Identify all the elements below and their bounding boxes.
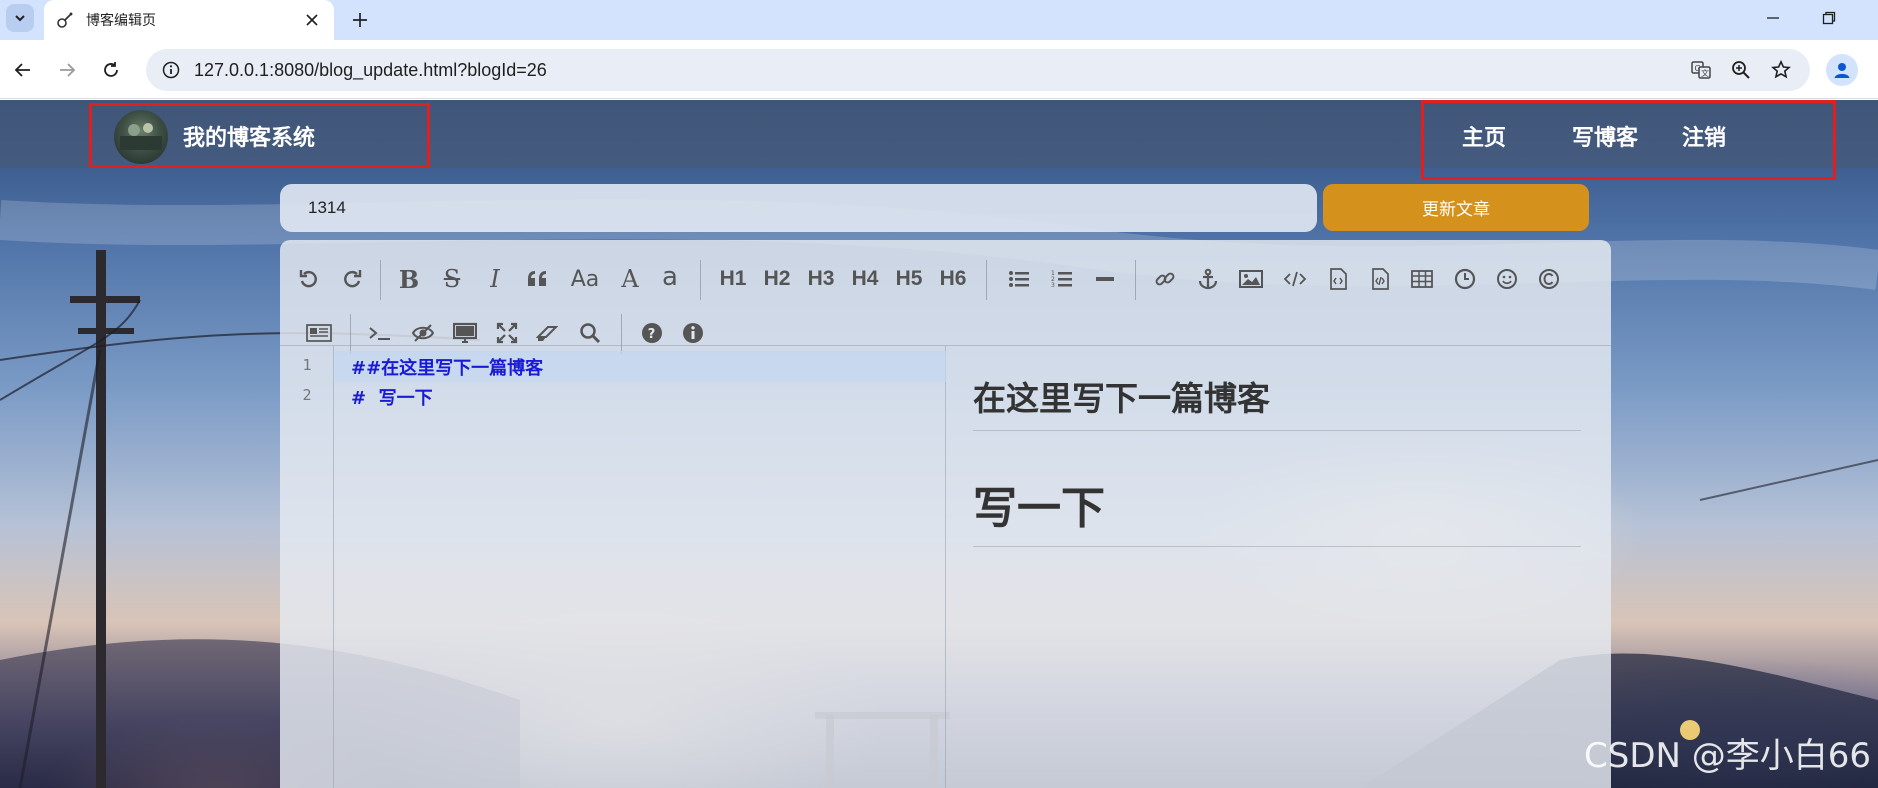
image-icon[interactable]	[1236, 264, 1266, 294]
nav-logout-link[interactable]: 注销	[1682, 120, 1726, 152]
profile-avatar[interactable]	[1826, 54, 1858, 86]
heading-2-button[interactable]: H2	[762, 264, 792, 294]
site-info-icon[interactable]	[160, 59, 182, 81]
site-title: 我的博客系统	[183, 126, 316, 151]
heading-5-button[interactable]: H5	[894, 264, 924, 294]
tab-search-button[interactable]	[6, 4, 34, 32]
svg-text:文: 文	[1701, 68, 1709, 78]
bold-icon[interactable]: B	[394, 264, 424, 294]
line-number-gutter: 1 2	[280, 346, 334, 788]
close-icon[interactable]	[302, 10, 322, 30]
arrow-left-icon	[14, 63, 30, 77]
bullet-list-icon[interactable]	[1004, 264, 1034, 294]
heading-3-button[interactable]: H3	[806, 264, 836, 294]
svg-text:?: ?	[648, 327, 656, 342]
restore-button[interactable]	[1811, 4, 1847, 32]
toolbar-separator	[380, 260, 381, 300]
line-number: 2	[302, 386, 312, 404]
markdown-editor: B S I Aa A a H1 H2 H3 H4 H5 H6 123 ? 1 2…	[280, 240, 1611, 788]
zoom-icon[interactable]	[1726, 55, 1756, 85]
line-number: 1	[302, 356, 312, 374]
arrow-right-icon	[60, 63, 76, 77]
reload-icon	[104, 62, 118, 77]
ordered-list-icon[interactable]: 123	[1047, 264, 1077, 294]
toolbar-separator	[1135, 260, 1136, 300]
heading-6-button[interactable]: H6	[938, 264, 968, 294]
link-icon[interactable]	[1150, 264, 1180, 294]
update-article-button[interactable]: 更新文章	[1323, 184, 1589, 231]
nav-write-blog-link[interactable]: 写博客	[1572, 120, 1638, 152]
blog-title-input[interactable]	[280, 184, 1317, 232]
toolbar-separator	[700, 260, 701, 300]
minimize-button[interactable]	[1755, 4, 1791, 32]
page-viewport: 我的博客系统 主页 写博客 注销 更新文章 B S I Aa A a H1 H2…	[0, 100, 1878, 788]
lowercase-icon[interactable]: a	[655, 262, 685, 292]
heading-1-button[interactable]: H1	[718, 264, 748, 294]
clear-icon[interactable]	[533, 318, 563, 348]
bookmark-star-icon[interactable]	[1766, 55, 1796, 85]
preformatted-icon[interactable]	[1365, 264, 1395, 294]
fullscreen-icon[interactable]	[492, 318, 522, 348]
preview-icon[interactable]	[450, 318, 480, 348]
forward-button[interactable]	[52, 55, 82, 85]
anchor-icon[interactable]	[1193, 264, 1223, 294]
markdown-preview-pane: 在这里写下一篇博客 写一下	[947, 346, 1611, 788]
markdown-source-pane[interactable]: ##在这里写下一篇博客 # 写一下	[335, 346, 946, 788]
chevron-down-icon	[15, 15, 25, 22]
person-icon	[1834, 63, 1850, 78]
uppercase-icon[interactable]: Aa	[565, 264, 605, 294]
search-icon[interactable]	[575, 318, 605, 348]
page-break-icon[interactable]	[304, 318, 334, 348]
strikethrough-icon[interactable]: S	[437, 264, 467, 294]
tab-title: 博客编辑页	[86, 12, 156, 28]
help-icon[interactable]: ?	[637, 318, 667, 348]
translate-icon[interactable]: G文	[1686, 55, 1716, 85]
svg-text:3: 3	[1051, 282, 1055, 289]
csdn-watermark: CSDN @李小白66	[1584, 736, 1872, 776]
reload-button[interactable]	[96, 55, 126, 85]
restore-icon	[1822, 11, 1836, 25]
quote-icon[interactable]	[522, 264, 552, 294]
table-icon[interactable]	[1407, 264, 1437, 294]
html-entities-icon[interactable]	[1534, 264, 1564, 294]
code-icon[interactable]	[1280, 264, 1310, 294]
toolbar-separator	[986, 260, 987, 300]
source-line[interactable]: ##在这里写下一篇博客	[351, 354, 543, 380]
site-avatar[interactable]	[114, 110, 168, 164]
minimize-icon	[1767, 17, 1779, 19]
browser-toolbar: 127.0.0.1:8080/blog_update.html?blogId=2…	[0, 40, 1878, 99]
info-icon[interactable]	[678, 318, 708, 348]
new-tab-button[interactable]	[346, 6, 374, 34]
browser-tabstrip: 博客编辑页	[0, 0, 1878, 40]
terminal-icon[interactable]	[365, 318, 395, 348]
emoji-icon[interactable]	[1492, 264, 1522, 294]
preview-heading-2: 在这里写下一篇博客	[973, 372, 1581, 431]
redo-icon[interactable]	[337, 264, 367, 294]
preview-heading-1: 写一下	[973, 472, 1581, 547]
italic-icon[interactable]: I	[480, 264, 510, 294]
horizontal-rule-icon[interactable]	[1090, 264, 1120, 294]
datetime-icon[interactable]	[1450, 264, 1480, 294]
address-bar[interactable]: 127.0.0.1:8080/blog_update.html?blogId=2…	[146, 49, 1810, 91]
uppercase-first-icon[interactable]: A	[615, 264, 645, 294]
nav-home-link[interactable]: 主页	[1462, 120, 1506, 152]
url-text[interactable]: 127.0.0.1:8080/blog_update.html?blogId=2…	[194, 60, 547, 81]
watch-toggle-icon[interactable]	[408, 318, 438, 348]
plus-icon	[353, 13, 367, 27]
code-block-icon[interactable]	[1323, 264, 1353, 294]
browser-tab[interactable]: 博客编辑页	[44, 0, 334, 40]
undo-icon[interactable]	[294, 264, 324, 294]
guitar-icon	[56, 11, 74, 29]
back-button[interactable]	[8, 55, 38, 85]
editor-toolbar: B S I Aa A a H1 H2 H3 H4 H5 H6 123 ?	[280, 240, 1611, 354]
source-line[interactable]: # 写一下	[351, 384, 433, 410]
heading-4-button[interactable]: H4	[850, 264, 880, 294]
